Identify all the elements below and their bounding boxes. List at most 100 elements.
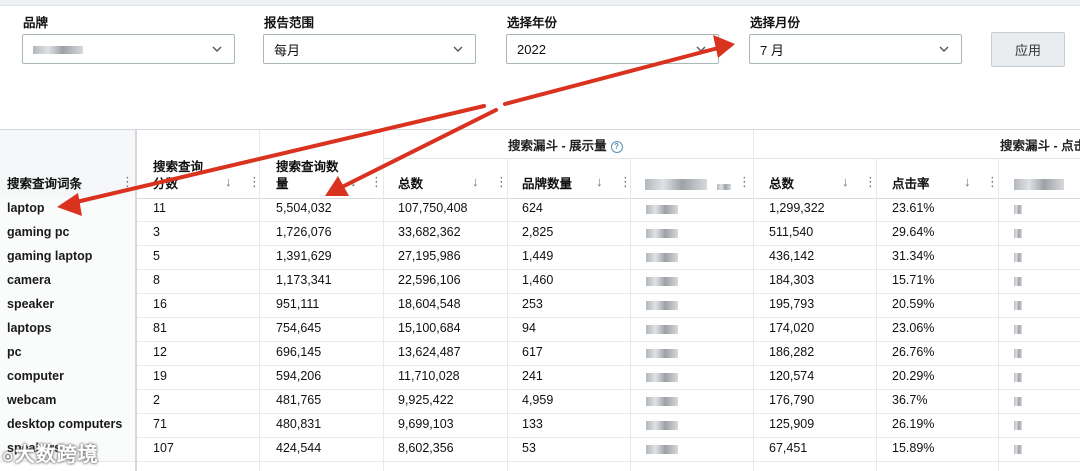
cell-keyword[interactable]: pc <box>7 345 22 359</box>
cell-imp-total: 15,100,684 <box>398 321 461 335</box>
redacted-cell <box>646 349 678 358</box>
chevron-down-icon <box>696 46 706 52</box>
table-row[interactable]: desktop computers 71 480,831 9,699,103 133 12… <box>0 413 1080 438</box>
year-select[interactable]: 2022 <box>506 34 719 64</box>
cell-volume: 1,173,341 <box>276 273 332 287</box>
cell-score: 16 <box>153 297 167 311</box>
cell-ctr: 20.59% <box>892 297 935 311</box>
col-header-clk-total[interactable]: 总数 <box>769 176 794 193</box>
year-value: 2022 <box>517 41 546 57</box>
column-menu-icon[interactable]: ⋮ <box>121 174 134 190</box>
cell-clk-total: 195,793 <box>769 297 815 311</box>
cell-imp-total: 22,596,106 <box>398 273 461 287</box>
cell-ctr: 26.76% <box>892 345 935 359</box>
col-divider <box>753 130 754 197</box>
sort-arrow-icon[interactable]: ↓ <box>964 174 971 189</box>
col-header-volume[interactable]: 搜索查询数量 <box>276 159 344 193</box>
cell-clk-total: 120,574 <box>769 369 815 383</box>
cell-score: 71 <box>153 417 167 431</box>
table-row[interactable]: laptop 11 5,504,032 107,750,408 624 1,299,322… <box>0 197 1080 222</box>
cell-keyword[interactable]: desktop computers <box>7 417 122 431</box>
cell-keyword[interactable]: gaming laptop <box>7 249 92 263</box>
cell-keyword[interactable]: speaker <box>7 297 54 311</box>
table-row[interactable]: laptops 81 754,645 15,100,684 94 174,020 23.06… <box>0 317 1080 342</box>
table-row[interactable]: gaming pc 3 1,726,076 33,682,362 2,825 511,54… <box>0 221 1080 246</box>
cell-imp-brand: 94 <box>522 321 536 335</box>
report-range-select[interactable]: 每月 <box>263 34 476 64</box>
cell-clk-total: 186,282 <box>769 345 815 359</box>
cell-score: 81 <box>153 321 167 335</box>
sort-arrow-icon[interactable]: ↓ <box>472 174 479 189</box>
redacted-cell <box>646 253 678 262</box>
cell-keyword[interactable]: camera <box>7 273 51 287</box>
cell-volume: 480,831 <box>276 417 322 431</box>
brand-label: 品牌 <box>23 16 49 30</box>
sort-arrow-icon[interactable]: ↓ <box>350 174 357 189</box>
col-divider <box>383 197 384 471</box>
table-row[interactable]: computer 19 594,206 11,710,028 241 120,574 20.… <box>0 365 1080 390</box>
cell-imp-brand: 4,959 <box>522 393 554 407</box>
col-header-score[interactable]: 搜索查询分数 <box>153 159 215 193</box>
col-header-keyword[interactable]: 搜索查询词条 <box>7 176 82 193</box>
table-row[interactable]: webcam 2 481,765 9,925,422 4,959 176,790 36.7% <box>0 389 1080 414</box>
column-menu-icon[interactable]: ⋮ <box>738 174 751 190</box>
chevron-down-icon <box>453 46 463 52</box>
cell-clk-total: 174,020 <box>769 321 815 335</box>
cell-imp-brand: 617 <box>522 345 543 359</box>
cell-clk-total: 125,909 <box>769 417 815 431</box>
top-divider <box>0 5 1080 6</box>
brand-select-value <box>33 42 210 57</box>
chevron-down-icon <box>939 46 949 52</box>
table-row[interactable]: speaker 16 951,111 18,604,548 253 195,793 20.5… <box>0 293 1080 318</box>
cell-volume: 5,504,032 <box>276 201 332 215</box>
group-header-clicks: 搜索漏斗 - 点击 <box>1000 139 1080 153</box>
cell-keyword[interactable]: gaming pc <box>7 225 70 239</box>
redacted-cell <box>1014 373 1022 382</box>
cell-volume: 696,145 <box>276 345 322 359</box>
cell-imp-total: 9,699,103 <box>398 417 454 431</box>
cell-clk-total: 436,142 <box>769 249 815 263</box>
redacted-cell <box>1014 301 1022 310</box>
sort-arrow-icon[interactable]: ↓ <box>596 174 603 189</box>
cell-ctr: 15.89% <box>892 441 935 455</box>
cell-clk-total: 184,303 <box>769 273 815 287</box>
cell-ctr: 23.06% <box>892 321 935 335</box>
frozen-column-divider <box>135 129 137 471</box>
cell-imp-brand: 253 <box>522 297 543 311</box>
redacted-cell <box>646 397 678 406</box>
col-header-ctr[interactable]: 点击率 <box>892 176 930 193</box>
redacted-cell <box>646 205 678 214</box>
col-divider <box>259 130 260 197</box>
redacted-cell <box>646 445 678 454</box>
redacted-cell <box>1014 349 1022 358</box>
cell-score: 19 <box>153 369 167 383</box>
cell-imp-total: 13,624,487 <box>398 345 461 359</box>
cell-keyword[interactable]: laptops <box>7 321 51 335</box>
cell-keyword[interactable]: webcam <box>7 393 56 407</box>
table-row[interactable]: camera 8 1,173,341 22,596,106 1,460 184,303 15… <box>0 269 1080 294</box>
column-menu-icon[interactable]: ⋮ <box>370 174 383 190</box>
redacted-cell <box>1014 325 1022 334</box>
month-select[interactable]: 7 月 <box>749 34 962 64</box>
table-row[interactable]: speakers 107 424,544 8,602,356 53 67,451 15.89… <box>0 437 1080 462</box>
cell-clk-total: 176,790 <box>769 393 815 407</box>
cell-score: 2 <box>153 393 160 407</box>
cell-imp-total: 9,925,422 <box>398 393 454 407</box>
cell-imp-brand: 241 <box>522 369 543 383</box>
cell-imp-total: 18,604,548 <box>398 297 461 311</box>
cell-keyword[interactable]: laptop <box>7 201 45 215</box>
group-header-impressions: 搜索漏斗 - 展示量? <box>508 135 623 154</box>
col-header-imp-brand[interactable]: 品牌数量 <box>522 176 572 193</box>
col-header-imp-total[interactable]: 总数 <box>398 176 423 193</box>
info-icon[interactable]: ? <box>610 140 623 153</box>
redacted-cell <box>1014 229 1022 238</box>
cell-ctr: 29.64% <box>892 225 935 239</box>
table-row[interactable]: gaming laptop 5 1,391,629 27,195,986 1,449 43… <box>0 245 1080 270</box>
cell-keyword[interactable]: computer <box>7 369 64 383</box>
sort-arrow-icon[interactable]: ↓ <box>225 174 232 189</box>
sort-arrow-icon[interactable]: ↓ <box>842 174 849 189</box>
brand-select[interactable] <box>22 34 235 64</box>
redacted-cell <box>1014 277 1022 286</box>
apply-button[interactable]: 应用 <box>991 32 1065 67</box>
table-row[interactable]: pc 12 696,145 13,624,487 617 186,282 26.76% <box>0 341 1080 366</box>
